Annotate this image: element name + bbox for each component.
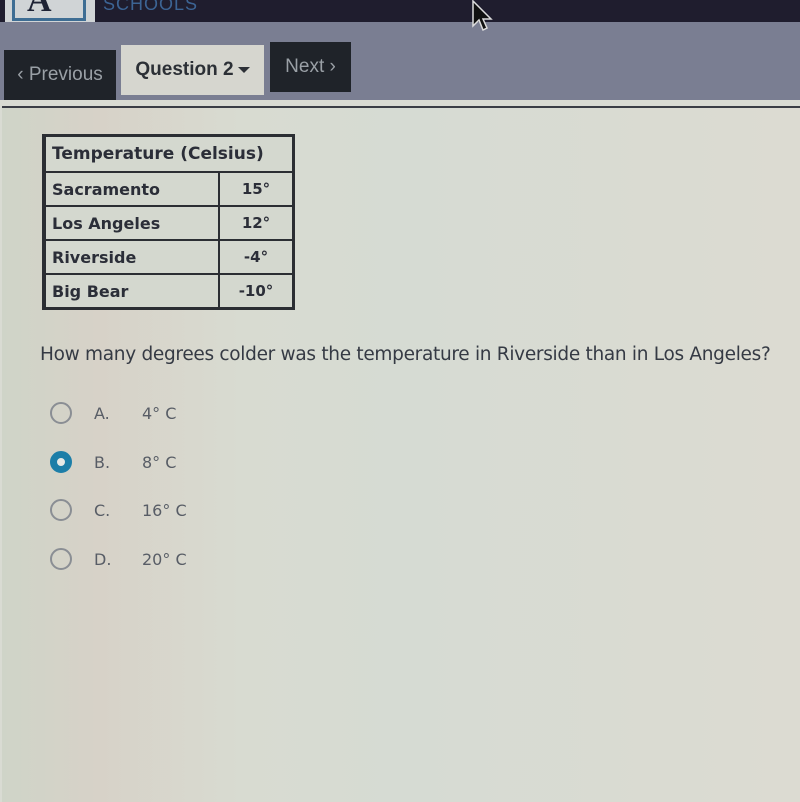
temperature-cell: 12° [218,205,295,241]
table-row: Riverside -4° [43,239,295,275]
radio-button[interactable] [50,402,72,424]
option-letter: D. [94,549,112,569]
radio-button[interactable] [50,499,72,521]
table-header: Temperature (Celsius) [43,134,295,173]
temperature-table: Temperature (Celsius) Sacramento 15° Los… [42,134,295,310]
radio-button[interactable] [50,548,72,570]
top-bar: A SCHOOLS [0,0,800,30]
previous-label: ‹ Previous [17,64,103,85]
city-cell: Los Angeles [43,205,220,241]
table-row: Big Bear -10° [43,273,295,310]
question-dropdown[interactable]: Question 2 [121,45,264,95]
mouse-cursor-icon [472,0,493,32]
temperature-cell: -4° [218,239,295,275]
brand-text: SCHOOLS [103,0,199,14]
option-letter: B. [94,452,111,472]
answer-option-c[interactable]: C. 16° C [50,495,187,525]
table-row: Los Angeles 12° [43,205,295,241]
question-text: How many degrees colder was the temperat… [40,344,771,365]
temperature-cell: 15° [218,171,295,207]
answer-option-a[interactable]: A. 4° C [50,398,176,428]
option-letter: C. [94,500,111,520]
logo-letter: A [27,0,52,19]
temperature-cell: -10° [218,273,295,310]
question-navbar [0,22,800,100]
answer-option-b[interactable]: B. 8° C [50,447,176,477]
next-button[interactable]: Next › [270,42,351,92]
city-cell: Riverside [43,239,220,275]
next-label: Next › [285,56,336,77]
question-label: Question 2 [135,59,234,80]
option-text: 8° C [142,452,177,472]
caret-down-icon [237,67,250,73]
table-row: Sacramento 15° [43,171,295,207]
city-cell: Sacramento [43,171,220,207]
table-header-row: Temperature (Celsius) [43,134,295,173]
previous-button[interactable]: ‹ Previous [4,50,116,100]
option-text: 16° C [142,500,187,520]
radio-button-selected[interactable] [50,451,72,473]
answer-option-d[interactable]: D. 20° C [50,544,187,574]
option-text: 20° C [142,549,187,569]
city-cell: Big Bear [43,273,220,310]
option-letter: A. [94,403,110,423]
option-text: 4° C [142,403,177,423]
